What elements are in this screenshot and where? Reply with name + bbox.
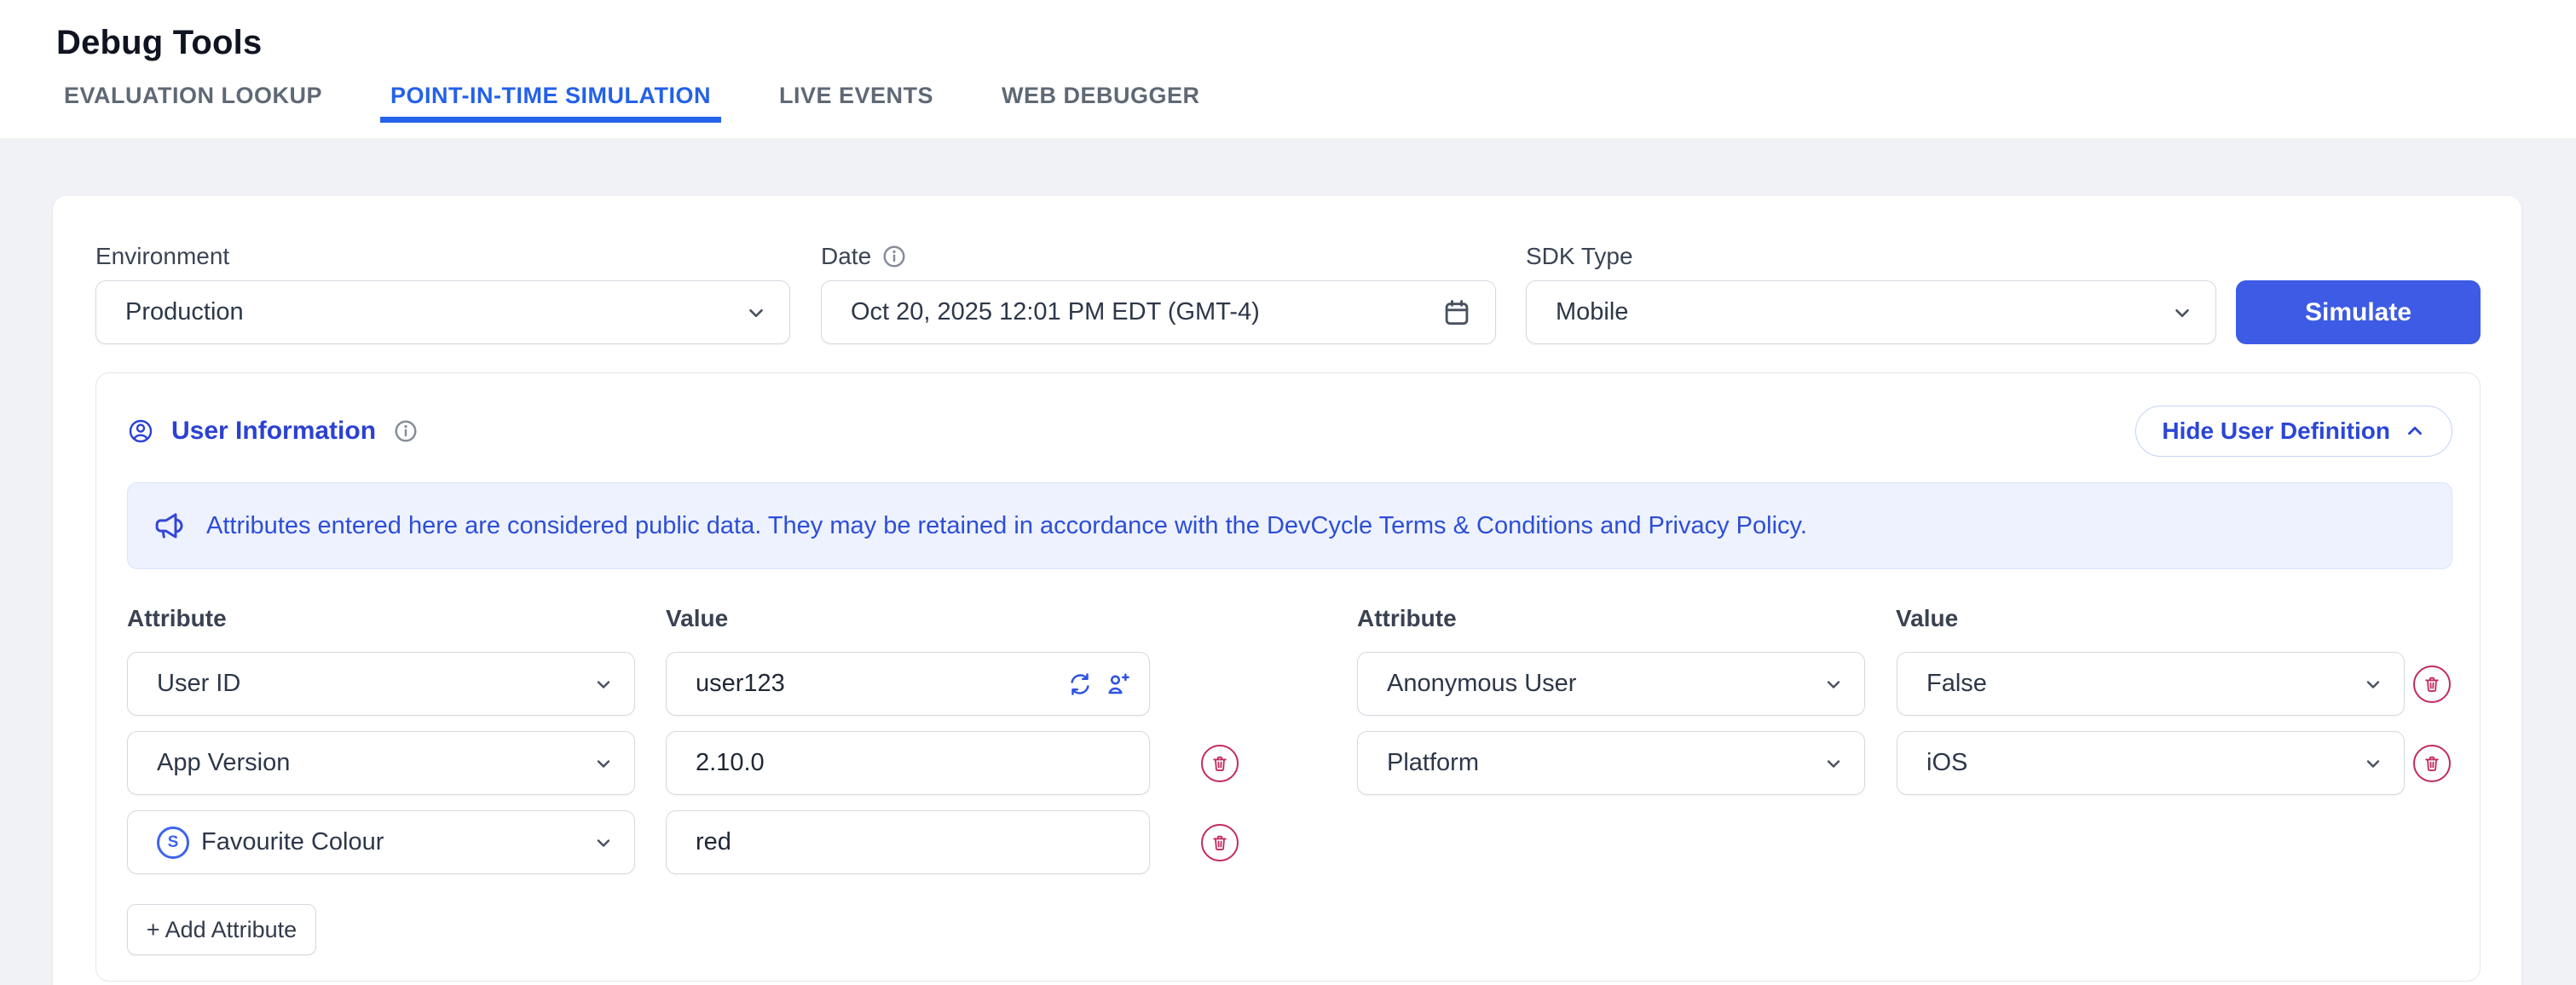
header: Debug Tools EVALUATION LOOKUP POINT-IN-T…	[0, 0, 2576, 138]
add-user-button[interactable]	[1105, 671, 1130, 697]
value-column-header: Value	[666, 605, 728, 632]
add-attribute-button[interactable]: + Add Attribute	[127, 904, 316, 955]
attribute-select[interactable]: User ID	[127, 652, 635, 716]
simulation-form: Environment Production Date	[95, 243, 2481, 344]
delete-attribute-button[interactable]	[2413, 745, 2451, 782]
user-circle-icon	[127, 418, 154, 445]
refresh-user-id-button[interactable]	[1067, 671, 1093, 697]
tab-point-in-time-simulation[interactable]: POINT-IN-TIME SIMULATION	[380, 83, 721, 123]
attribute-select-value: Platform	[1387, 749, 1823, 777]
delete-placeholder	[1201, 665, 1239, 703]
chevron-down-icon	[593, 832, 614, 853]
value-input-box	[666, 731, 1150, 795]
tab-bar: EVALUATION LOOKUP POINT-IN-TIME SIMULATI…	[0, 83, 2576, 123]
sdk-type-field-group: SDK Type Mobile	[1526, 243, 2216, 344]
attribute-row-platform: Platform iOS	[1357, 731, 2451, 795]
date-input-box[interactable]: Oct 20, 2025 12:01 PM EDT (GMT-4)	[821, 280, 1496, 344]
attribute-select[interactable]: App Version	[127, 731, 635, 795]
value-select[interactable]: iOS	[1897, 731, 2405, 795]
attribute-column-header: Attribute	[127, 605, 666, 632]
info-icon[interactable]	[881, 244, 907, 269]
value-input-box	[666, 810, 1150, 874]
chevron-down-icon	[593, 674, 614, 694]
page-title: Debug Tools	[0, 0, 2576, 62]
public-data-notice-text: Attributes entered here are considered p…	[206, 512, 1807, 540]
environment-field-group: Environment Production	[95, 243, 790, 344]
environment-value: Production	[125, 298, 745, 326]
simulate-button[interactable]: Simulate	[2236, 280, 2481, 344]
attribute-select-value: App Version	[157, 749, 593, 777]
attribute-column-left: Attribute Value User ID	[127, 605, 1239, 955]
favourite-colour-input[interactable]	[696, 828, 1130, 856]
column-headers: Attribute Value	[127, 605, 1239, 632]
date-label-row: Date	[821, 243, 1496, 270]
string-type-badge: S	[157, 827, 189, 859]
sdk-type-value: Mobile	[1556, 298, 2171, 326]
add-user-icon	[1105, 671, 1130, 697]
attribute-row-app-version: App Version	[127, 731, 1239, 795]
attribute-row-anonymous-user: Anonymous User False	[1357, 652, 2451, 716]
trash-icon	[2423, 754, 2441, 773]
chevron-down-icon	[2363, 674, 2383, 694]
attribute-select-value: User ID	[157, 670, 593, 698]
delete-attribute-button[interactable]	[1201, 824, 1239, 861]
app-version-input[interactable]	[696, 749, 1130, 777]
delete-attribute-button[interactable]	[2413, 665, 2451, 703]
tab-live-events[interactable]: LIVE EVENTS	[769, 83, 944, 123]
simulation-card: Environment Production Date	[53, 196, 2521, 985]
hide-user-definition-label: Hide User Definition	[2162, 418, 2390, 445]
tab-evaluation-lookup[interactable]: EVALUATION LOOKUP	[54, 83, 332, 123]
calendar-icon[interactable]	[1441, 297, 1473, 329]
value-input-box	[666, 652, 1150, 716]
date-label: Date	[821, 243, 871, 270]
chevron-down-icon	[2363, 753, 2383, 774]
attribute-row-favourite-colour: S Favourite Colour	[127, 810, 1239, 874]
user-id-input[interactable]	[696, 670, 1067, 698]
chevron-down-icon	[1823, 753, 1844, 774]
chevron-down-icon	[745, 302, 767, 324]
delete-attribute-button[interactable]	[1201, 745, 1239, 782]
user-information-header: User Information Hide User Definition	[127, 406, 2452, 457]
user-information-title: User Information	[171, 417, 376, 446]
trash-icon	[1210, 754, 1229, 773]
date-value: Oct 20, 2025 12:01 PM EDT (GMT-4)	[851, 298, 1441, 326]
attribute-select[interactable]: S Favourite Colour	[127, 810, 635, 874]
date-field-group: Date Oct 20, 2025 12:01 PM EDT (GMT-4)	[821, 243, 1496, 344]
chevron-down-icon	[2171, 302, 2193, 324]
chevron-up-icon	[2404, 420, 2426, 442]
attribute-column-right: Attribute Value Anonymous User	[1357, 605, 2451, 955]
megaphone-icon	[152, 508, 188, 544]
app-window: Debug Tools EVALUATION LOOKUP POINT-IN-T…	[0, 0, 2576, 985]
value-select[interactable]: False	[1897, 652, 2405, 716]
sdk-type-select[interactable]: Mobile	[1526, 280, 2216, 344]
chevron-down-icon	[593, 753, 614, 774]
chevron-down-icon	[1823, 674, 1844, 694]
attribute-row-user-id: User ID	[127, 652, 1239, 716]
sdk-type-label: SDK Type	[1526, 243, 2216, 270]
refresh-icon	[1067, 671, 1093, 697]
attribute-column-header: Attribute	[1357, 605, 1896, 632]
attribute-select-value: Favourite Colour	[201, 828, 593, 856]
hide-user-definition-button[interactable]: Hide User Definition	[2135, 406, 2452, 457]
value-select-value: False	[1926, 670, 2363, 698]
page-body: Environment Production Date	[0, 138, 2576, 985]
attribute-grid: Attribute Value User ID	[127, 605, 2452, 955]
environment-select[interactable]: Production	[95, 280, 790, 344]
value-select-value: iOS	[1926, 749, 2363, 777]
trash-icon	[2423, 675, 2441, 694]
attribute-select-value: Anonymous User	[1387, 670, 1823, 698]
user-information-title-group: User Information	[127, 417, 419, 446]
trash-icon	[1210, 833, 1229, 852]
column-headers: Attribute Value	[1357, 605, 2451, 632]
attribute-select[interactable]: Anonymous User	[1357, 652, 1865, 716]
tab-web-debugger[interactable]: WEB DEBUGGER	[991, 83, 1210, 123]
environment-label: Environment	[95, 243, 790, 270]
attribute-select[interactable]: Platform	[1357, 731, 1865, 795]
info-icon[interactable]	[393, 418, 419, 444]
value-column-header: Value	[1896, 605, 1958, 632]
user-information-section: User Information Hide User Definition	[95, 372, 2481, 982]
public-data-notice: Attributes entered here are considered p…	[127, 482, 2452, 569]
